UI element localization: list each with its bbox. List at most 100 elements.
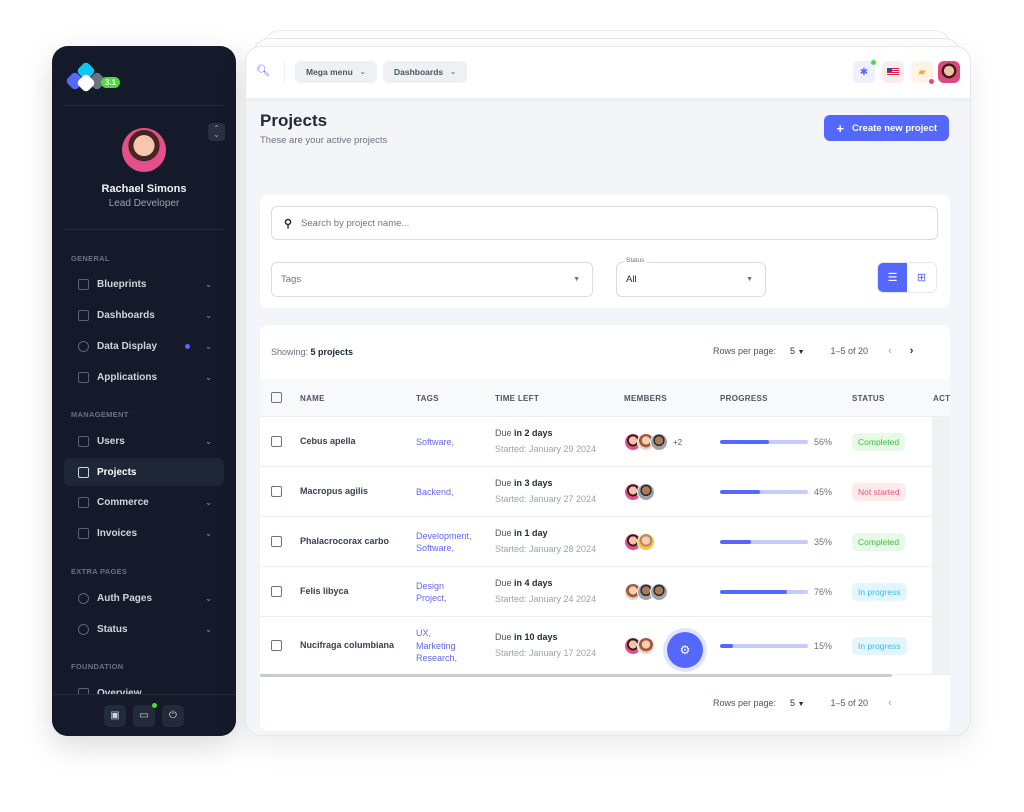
column-status[interactable]: STATUS [852,394,885,403]
tag-link[interactable]: Backend, [416,486,454,499]
sidebar-item-dashboards[interactable]: Dashboards ⌄ [64,301,224,329]
table-row[interactable]: Cebus apella Software, Due in 2 days Starte… [260,417,950,467]
tag-link[interactable]: Marketing [416,640,457,653]
app-logo[interactable]: 3.1 [64,60,121,93]
sidebar-item-label: Users [97,435,125,447]
member-avatar[interactable] [637,533,655,551]
chevron-down-icon: ⌄ [450,69,456,76]
bug-button[interactable]: ✱ [853,60,876,83]
tag-link[interactable]: UX, [416,627,457,640]
rows-per-page-select[interactable]: 5 ▼ [790,346,804,356]
progress-percent: 15% [814,641,833,651]
prev-page-button[interactable]: ‹ [888,697,892,709]
members-avatars[interactable]: +2 [624,433,682,451]
next-page-button[interactable]: › [910,345,914,357]
column-members[interactable]: MEMBERS [624,394,667,403]
sidebar-item-label: Blueprints [97,278,147,290]
row-checkbox[interactable] [271,436,282,447]
create-project-button[interactable]: + Create new project [824,115,949,141]
member-avatar[interactable] [650,433,668,451]
mega-menu-button[interactable]: Mega menu ⌄ [295,61,377,83]
sidebar-item-auth-pages[interactable]: Auth Pages ⌄ [64,584,224,612]
due-text: Due in 2 days [495,428,553,438]
column-name[interactable]: NAME [300,394,325,403]
search-field[interactable]: ⚲ [271,206,938,240]
members-avatars[interactable] [624,637,655,655]
user-badge-icon [78,435,89,447]
project-name[interactable]: Cebus apella [300,436,356,446]
member-avatar[interactable] [650,583,668,601]
project-tags: Design Project, [416,580,447,605]
members-avatars[interactable] [624,583,668,601]
tags-select[interactable]: Tags ▼ [271,262,593,297]
user-avatar[interactable] [122,128,166,172]
tag-link[interactable]: Research, [416,652,457,665]
chevron-down-icon: ⌄ [205,593,212,603]
members-avatars[interactable] [624,533,655,551]
search-icon[interactable]: 🔍︎ [256,64,270,77]
section-title-foundation: FOUNDATION [71,662,124,671]
column-tags[interactable]: TAGS [416,394,439,403]
tag-link[interactable]: Design [416,580,447,593]
tag-link[interactable]: Software, [416,436,454,449]
chevron-down-icon: ⌄ [205,341,212,351]
power-button[interactable]: ⏻ [162,704,184,727]
chevron-down-icon: ⌄ [205,279,212,289]
project-name[interactable]: Felis libyca [300,586,349,596]
horizontal-scrollbar[interactable] [260,674,892,677]
table-row[interactable]: Macropus agilis Backend, Due in 3 days Star… [260,467,950,517]
app-window-icon [78,371,89,383]
list-view-button[interactable]: ☰ [878,263,907,292]
due-value: in 3 days [514,478,553,488]
sidebar-item-blueprints[interactable]: Blueprints ⌄ [64,270,224,298]
sidebar-item-projects[interactable]: Projects [64,458,224,486]
settings-fab[interactable]: ⚙ [667,632,703,668]
prev-page-button[interactable]: ‹ [888,345,892,357]
table-row[interactable]: Phalacrocorax carbo Development, Software,… [260,517,950,567]
status-select[interactable]: Status All ▼ [616,257,766,297]
column-time-left[interactable]: TIME LEFT [495,394,539,403]
project-name[interactable]: Nucifraga columbiana [300,640,394,650]
tag-link[interactable]: Software, [416,542,472,555]
table-row[interactable]: Nucifraga columbiana UX, Marketing Research… [260,617,950,675]
chevron-down-icon: ⌄ [213,130,220,139]
profile-avatar[interactable] [938,61,960,83]
messages-button[interactable]: ▰ [911,61,934,84]
dashboards-button[interactable]: Dashboards ⌄ [383,61,467,83]
chat-icon: ▭ [139,710,149,721]
tag-link[interactable]: Project, [416,592,447,605]
select-all-checkbox[interactable] [271,392,282,403]
row-checkbox[interactable] [271,536,282,547]
language-button[interactable] [882,61,904,83]
chat-button[interactable]: ▭ [133,702,157,727]
members-avatars[interactable] [624,483,655,501]
rows-per-page-select[interactable]: 5 ▼ [790,698,804,708]
row-checkbox[interactable] [271,486,282,497]
project-tags: Backend, [416,486,454,499]
project-name[interactable]: Macropus agilis [300,486,368,496]
table-row[interactable]: Felis libyca Design Project, Due in 4 days S… [260,567,950,617]
grid-view-button[interactable]: ⊞ [907,263,936,292]
page-title: Projects [260,111,328,130]
sidebar-item-invoices[interactable]: Invoices ⌄ [64,519,224,547]
project-tags: Software, [416,436,454,449]
column-progress[interactable]: PROGRESS [720,394,768,403]
sidebar-item-applications[interactable]: Applications ⌄ [64,363,224,391]
sidebar-item-data-display[interactable]: Data Display ⌄ [64,332,224,360]
column-actions[interactable]: ACT [933,394,950,403]
row-checkbox[interactable] [271,640,282,651]
sidebar-item-status[interactable]: Status ⌄ [64,615,224,643]
more-members[interactable]: +2 [673,438,682,447]
project-name[interactable]: Phalacrocorax carbo [300,536,389,546]
sidebar-item-commerce[interactable]: Commerce ⌄ [64,488,224,516]
tag-link[interactable]: Development, [416,530,472,543]
search-input[interactable] [301,217,902,229]
member-avatar[interactable] [637,483,655,501]
row-checkbox[interactable] [271,586,282,597]
vertical-scrollbar[interactable] [932,417,950,674]
user-switch-button[interactable]: ⌃ ⌄ [208,123,225,141]
sidebar-item-users[interactable]: Users ⌄ [64,427,224,455]
progress-bar [720,644,808,648]
member-avatar[interactable] [637,637,655,655]
calendar-button[interactable]: ▣ [104,704,126,727]
